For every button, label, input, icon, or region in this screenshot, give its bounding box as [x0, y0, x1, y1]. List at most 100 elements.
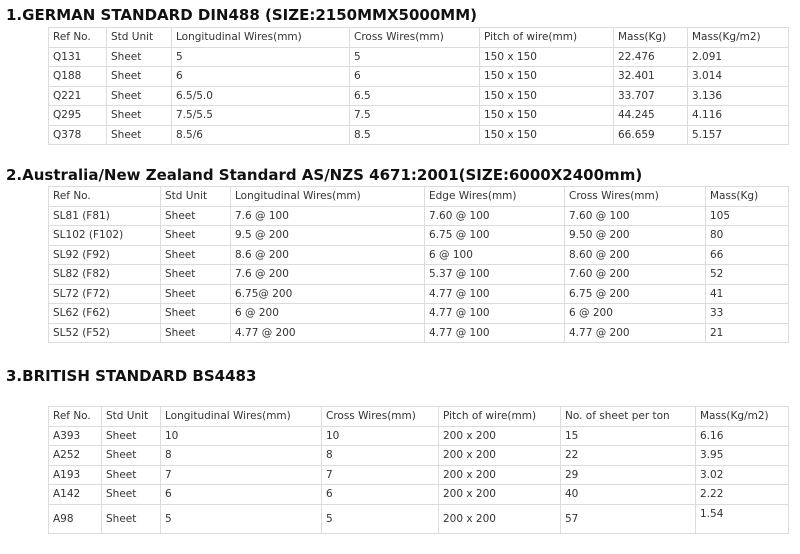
table-cell: 52 [705, 264, 789, 285]
section-1-title: 1.GERMAN STANDARD DIN488 (SIZE:2150MMX50… [6, 6, 477, 24]
table-cell: 57 [560, 503, 696, 534]
header-cell: Mass(Kg) [705, 186, 789, 207]
table-cell: 6.5/5.0 [171, 85, 350, 106]
table-cell: Sheet [101, 464, 161, 485]
table-cell: 10 [160, 425, 322, 446]
bs4483-table: Ref No. Std Unit Longitudinal Wires(mm) Cro… [48, 406, 789, 534]
header-cell: Std Unit [160, 186, 231, 207]
table-cell: Sheet [160, 205, 231, 226]
table-cell: SL62 (F62) [48, 303, 161, 324]
table-cell: 22 [560, 445, 696, 466]
table-cell: Sheet [106, 66, 172, 87]
table-cell: Sheet [106, 124, 172, 145]
header-cell: Mass(Kg/m2) [695, 406, 789, 427]
header-row: Ref No. Std Unit Longitudinal Wires(mm) Edg… [48, 186, 789, 207]
table-cell: 9.50 @ 200 [564, 225, 706, 246]
table-row: A252 Sheet 8 8 200 x 200 22 3.95 [48, 445, 789, 466]
table-cell: 1.54 [695, 503, 789, 534]
table-cell: 7.6 @ 200 [230, 264, 425, 285]
table-cell: Sheet [106, 46, 172, 67]
header-cell: No. of sheet per ton [560, 406, 696, 427]
table-cell: 40 [560, 484, 696, 505]
header-cell: Pitch of wire(mm) [479, 27, 614, 48]
table-cell: 7.60 @ 200 [564, 264, 706, 285]
table-cell: 5 [171, 46, 350, 67]
table-row: SL102 (F102) Sheet 9.5 @ 200 6.75 @ 100 9.50… [48, 225, 789, 246]
table-cell: A193 [48, 464, 102, 485]
table-cell: 41 [705, 283, 789, 304]
table-cell: Sheet [106, 85, 172, 106]
table-cell: 66 [705, 244, 789, 265]
table-cell: 7.5/5.5 [171, 105, 350, 126]
section-3-title: 3.BRITISH STANDARD BS4483 [6, 367, 257, 385]
header-cell: Ref No. [48, 27, 107, 48]
table-cell: 200 x 200 [438, 445, 561, 466]
header-cell: Pitch of wire(mm) [438, 406, 561, 427]
table-cell: Sheet [101, 445, 161, 466]
table-cell: 5 [321, 503, 439, 534]
table-cell: Sheet [101, 425, 161, 446]
table-cell: Q221 [48, 85, 107, 106]
table-row: SL52 (F52) Sheet 4.77 @ 200 4.77 @ 100 4.77 … [48, 322, 789, 343]
header-cell: Ref No. [48, 406, 102, 427]
table-cell: 6 @ 100 [424, 244, 565, 265]
header-cell: Edge Wires(mm) [424, 186, 565, 207]
header-cell: Longitudinal Wires(mm) [160, 406, 322, 427]
header-cell: Std Unit [101, 406, 161, 427]
header-cell: Longitudinal Wires(mm) [171, 27, 350, 48]
table-cell: Sheet [160, 322, 231, 343]
table-cell: 44.245 [613, 105, 688, 126]
table-row: Q295 Sheet 7.5/5.5 7.5 150 x 150 44.245 4.116 [48, 105, 789, 126]
table-cell: 5 [349, 46, 480, 67]
table-cell: 6.75 @ 200 [564, 283, 706, 304]
table-cell: SL82 (F82) [48, 264, 161, 285]
din488-table: Ref No. Std Unit Longitudinal Wires(mm) Cro… [48, 27, 789, 145]
table-row: Q221 Sheet 6.5/5.0 6.5 150 x 150 33.707 3.136 [48, 85, 789, 106]
table-cell: 8.5 [349, 124, 480, 145]
table-cell: 200 x 200 [438, 503, 561, 534]
table-cell: 8.6 @ 200 [230, 244, 425, 265]
table-row: Q378 Sheet 8.5/6 8.5 150 x 150 66.659 5.157 [48, 124, 789, 145]
table-cell: 33.707 [613, 85, 688, 106]
header-row: Ref No. Std Unit Longitudinal Wires(mm) Cro… [48, 406, 789, 427]
table-cell: 6 [171, 66, 350, 87]
table-cell: A142 [48, 484, 102, 505]
table-cell: 8.5/6 [171, 124, 350, 145]
table-cell: 22.476 [613, 46, 688, 67]
table-row: Q131 Sheet 5 5 150 x 150 22.476 2.091 [48, 46, 789, 67]
table-cell: Sheet [106, 105, 172, 126]
table-cell: 2.091 [687, 46, 789, 67]
table-cell: 10 [321, 425, 439, 446]
table-cell: 4.77 @ 100 [424, 283, 565, 304]
table-cell: Sheet [101, 503, 161, 534]
table-row: SL62 (F62) Sheet 6 @ 200 4.77 @ 100 6 @ 200… [48, 303, 789, 324]
table-cell: 66.659 [613, 124, 688, 145]
table-cell: 15 [560, 425, 696, 446]
table-cell: 8 [160, 445, 322, 466]
table-row: A98 Sheet 5 5 200 x 200 57 1.54 [48, 503, 789, 534]
table-cell: 150 x 150 [479, 66, 614, 87]
table-cell: 5 [160, 503, 322, 534]
table-row: A142 Sheet 6 6 200 x 200 40 2.22 [48, 484, 789, 505]
table-cell: 4.77 @ 100 [424, 303, 565, 324]
table-cell: 6.5 [349, 85, 480, 106]
table-cell: SL81 (F81) [48, 205, 161, 226]
header-cell: Mass(Kg/m2) [687, 27, 789, 48]
table-cell: 9.5 @ 200 [230, 225, 425, 246]
asnzs4671-table: Ref No. Std Unit Longitudinal Wires(mm) Edg… [48, 186, 789, 343]
table-cell: 3.136 [687, 85, 789, 106]
header-cell: Std Unit [106, 27, 172, 48]
table-cell: 8 [321, 445, 439, 466]
table-cell: Q131 [48, 46, 107, 67]
table-cell: 6.16 [695, 425, 789, 446]
table-cell: 4.77 @ 200 [564, 322, 706, 343]
table-cell: A252 [48, 445, 102, 466]
table-cell: SL52 (F52) [48, 322, 161, 343]
table-row: SL92 (F92) Sheet 8.6 @ 200 6 @ 100 8.60 @ 20… [48, 244, 789, 265]
table-cell: 200 x 200 [438, 464, 561, 485]
table-cell: Sheet [160, 244, 231, 265]
header-cell: Cross Wires(mm) [564, 186, 706, 207]
table-cell: 6 @ 200 [230, 303, 425, 324]
table-cell: 7.6 @ 100 [230, 205, 425, 226]
table-cell: A393 [48, 425, 102, 446]
